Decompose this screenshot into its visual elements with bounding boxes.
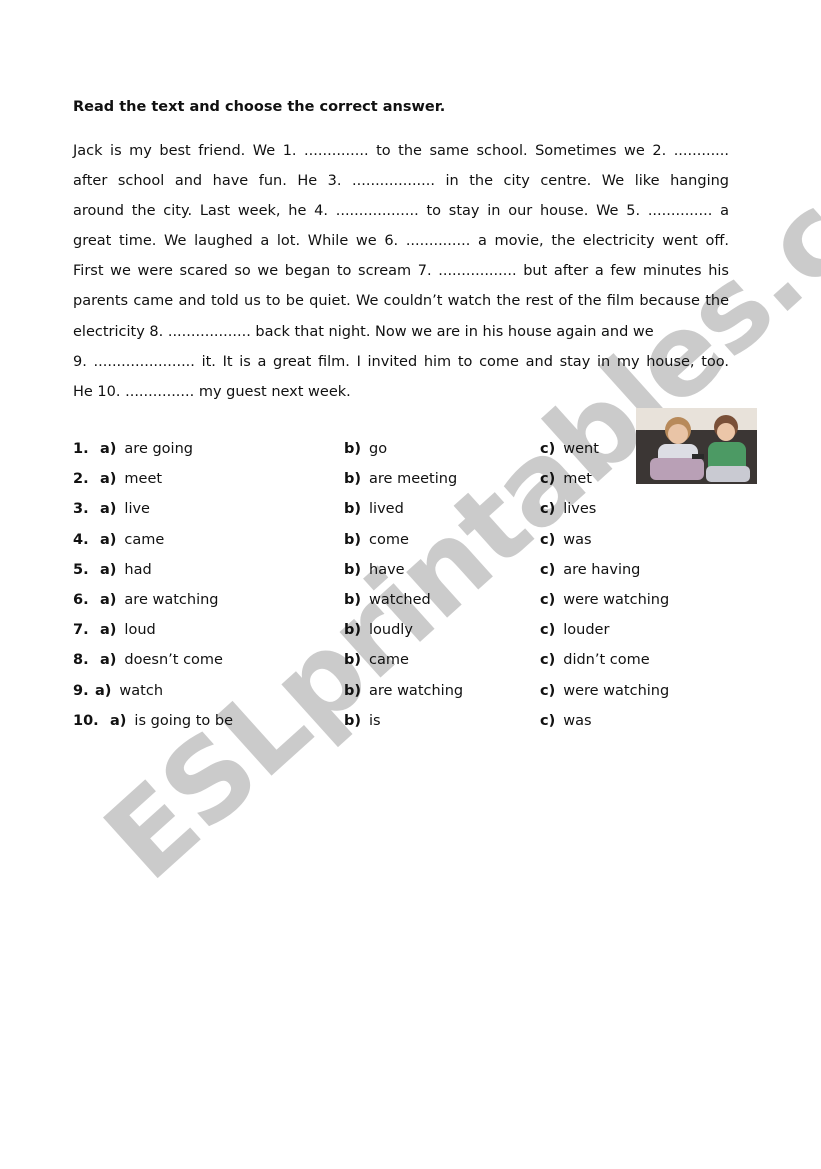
- question-row-10: 10. a) is going to be b) is c) was: [73, 709, 713, 739]
- text-line: parents came and told us to be quiet. We…: [73, 293, 729, 310]
- answer-options: 1. a) are going b) go c) went 2. a) meet b) a…: [73, 437, 713, 739]
- text-line: electricity 8. .................. back t…: [73, 323, 654, 340]
- question-number: 7.: [73, 622, 89, 639]
- option-b[interactable]: b) have: [344, 562, 405, 578]
- option-b[interactable]: b) came: [344, 652, 409, 668]
- option-c[interactable]: c) went: [540, 441, 599, 457]
- option-b[interactable]: b) watched: [344, 592, 431, 608]
- option-b[interactable]: b) is: [344, 713, 381, 729]
- question-row-8: 8. a) doesn’t come b) came c) didn’t come: [73, 648, 713, 678]
- option-a[interactable]: a) loud: [100, 622, 156, 638]
- question-number: 10.: [73, 712, 99, 729]
- question-row-4: 4. a) came b) come c) was: [73, 528, 713, 558]
- option-b[interactable]: b) are meeting: [344, 471, 457, 487]
- question-number: 1.: [73, 441, 89, 457]
- option-a[interactable]: a) live: [100, 501, 150, 517]
- option-c[interactable]: c) were watching: [540, 683, 669, 699]
- option-b[interactable]: b) come: [344, 532, 409, 548]
- text-line: after school and have fun. He 3. .......…: [73, 173, 729, 190]
- text-line: 9. ...................... it. It is a gr…: [73, 353, 729, 370]
- question-number: 9.: [73, 682, 89, 699]
- option-b[interactable]: b) lived: [344, 501, 404, 517]
- question-number: 3.: [73, 501, 89, 518]
- option-c[interactable]: c) met: [540, 471, 592, 487]
- option-b[interactable]: b) go: [344, 441, 387, 457]
- option-a[interactable]: a) are watching: [100, 592, 219, 608]
- option-c[interactable]: c) was: [540, 532, 592, 548]
- option-c[interactable]: c) were watching: [540, 592, 669, 608]
- instruction-heading: Read the text and choose the correct ans…: [73, 99, 446, 115]
- option-c[interactable]: c) are having: [540, 562, 640, 578]
- option-c[interactable]: c) was: [540, 713, 592, 729]
- option-c[interactable]: c) didn’t come: [540, 652, 650, 668]
- question-row-6: 6. a) are watching b) watched c) were watch…: [73, 588, 713, 618]
- question-row-7: 7. a) loud b) loudly c) louder: [73, 618, 713, 648]
- text-line: He 10. ............... my guest next wee…: [73, 383, 351, 400]
- question-row-9: 9. a) watch b) are watching c) were watchin…: [73, 679, 713, 709]
- text-line: Jack is my best friend. We 1. ..........…: [73, 143, 729, 159]
- question-number: 6.: [73, 591, 89, 608]
- question-number: 8.: [73, 652, 89, 669]
- option-b[interactable]: b) loudly: [344, 622, 413, 638]
- option-a[interactable]: a) is going to be: [110, 713, 233, 729]
- text-line: great time. We laughed a lot. While we 6…: [73, 233, 729, 250]
- option-a[interactable]: a) watch: [95, 683, 163, 699]
- option-a[interactable]: a) are going: [100, 441, 193, 457]
- option-c[interactable]: c) louder: [540, 622, 609, 638]
- text-line: around the city. Last week, he 4. ......…: [73, 203, 729, 220]
- option-a[interactable]: a) had: [100, 562, 152, 578]
- option-b[interactable]: b) are watching: [344, 683, 463, 699]
- question-row-5: 5. a) had b) have c) are having: [73, 558, 713, 588]
- worksheet-page: ESLprintables.com Read the text and choo…: [0, 0, 821, 1169]
- option-a[interactable]: a) came: [100, 532, 164, 548]
- question-row-2: 2. a) meet b) are meeting c) met: [73, 467, 713, 497]
- question-number: 2.: [73, 471, 89, 488]
- reading-text: Jack is my best friend. We 1. ..........…: [73, 136, 729, 407]
- text-line: First we were scared so we began to scre…: [73, 263, 729, 280]
- option-a[interactable]: a) meet: [100, 471, 162, 487]
- option-c[interactable]: c) lives: [540, 501, 596, 517]
- question-number: 5.: [73, 561, 89, 578]
- question-row-3: 3. a) live b) lived c) lives: [73, 497, 713, 527]
- question-row-1: 1. a) are going b) go c) went: [73, 437, 713, 467]
- option-a[interactable]: a) doesn’t come: [100, 652, 223, 668]
- question-number: 4.: [73, 531, 89, 548]
